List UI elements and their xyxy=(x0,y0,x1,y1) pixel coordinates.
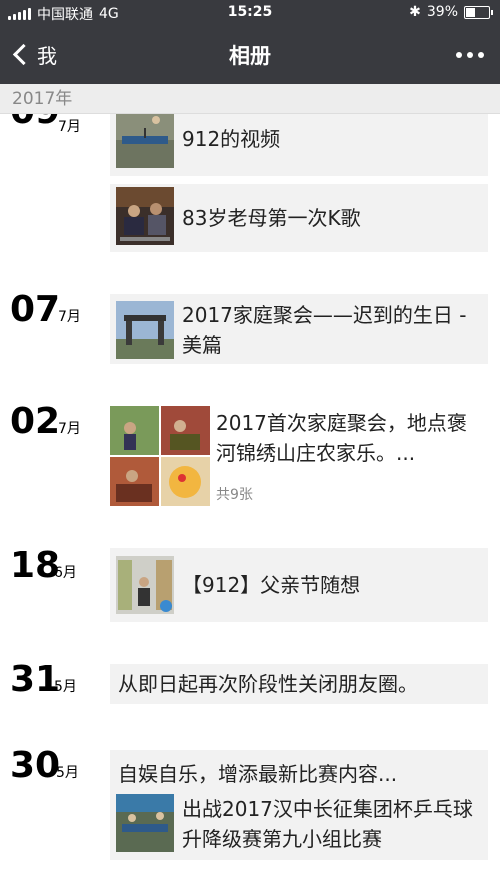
album-item-title: 912的视频 xyxy=(182,127,281,151)
entry-day: 30 xyxy=(10,745,61,786)
album-item[interactable]: 83岁老母第一次K歌 xyxy=(110,184,488,252)
album-item-title: 2017首次家庭聚会，地点褒河锦绣山庄农家乐。... xyxy=(216,411,467,465)
more-icon[interactable] xyxy=(456,52,484,58)
entry-day: 31 xyxy=(10,659,61,700)
album-item[interactable]: 【912】父亲节随想 xyxy=(110,548,488,622)
bluetooth-icon: ✱ xyxy=(409,4,421,20)
entry-day: 07 xyxy=(10,289,61,330)
album-item[interactable]: 2017首次家庭聚会，地点褒河锦绣山庄农家乐。... 共9张 xyxy=(110,404,488,512)
entry-day: 09 xyxy=(10,114,60,132)
battery-icon xyxy=(464,5,493,19)
ping-pong-match-thumbnail xyxy=(116,794,174,852)
entry-month: 6月 xyxy=(54,565,77,581)
entry-day: 18 xyxy=(10,545,61,586)
karaoke-thumbnail xyxy=(116,187,174,245)
album-timeline: 09 7月 912的视频 83岁老母第一次K歌 07 7月 xyxy=(0,114,500,889)
gate-thumbnail xyxy=(116,301,174,359)
battery-percent: 39% xyxy=(426,4,458,20)
album-item[interactable]: 912的视频 xyxy=(110,114,488,176)
album-item-title: 83岁老母第一次K歌 xyxy=(182,206,361,230)
album-item[interactable]: 2017家庭聚会——迟到的生日 - 美篇 xyxy=(110,294,488,364)
entry-month: 7月 xyxy=(58,119,81,135)
status-bar: 中国联通 4G 15:25 ✱ 39% xyxy=(0,0,500,26)
photo-count: 共9张 xyxy=(216,487,253,503)
ping-pong-thumbnail xyxy=(116,114,174,168)
album-item-title: 从即日起再次阶段性关闭朋友圈。 xyxy=(118,672,418,696)
album-item-title: 出战2017汉中长征集团杯乒乓球升降级赛第九小组比赛 xyxy=(182,797,473,851)
entry-month: 5月 xyxy=(56,765,79,781)
album-item[interactable]: 自娱自乐，增添最新比赛内容... 出战2017汉中长征集团杯乒乓球升降级赛第九小… xyxy=(110,750,488,860)
status-right: ✱ 39% xyxy=(409,4,493,20)
album-item-title: 自娱自乐，增添最新比赛内容... xyxy=(118,762,398,786)
entry-day: 02 xyxy=(10,401,61,442)
year-header: 2017年 xyxy=(0,84,500,114)
album-item-title: 【912】父亲节随想 xyxy=(182,573,361,597)
entry-month: 7月 xyxy=(58,421,81,437)
album-item-title: 2017家庭聚会——迟到的生日 - 美篇 xyxy=(182,303,467,357)
nav-bar: 我 相册 xyxy=(0,26,500,84)
entry-month: 5月 xyxy=(54,679,77,695)
photo-grid-thumbnail xyxy=(110,406,210,506)
album-item[interactable]: 从即日起再次阶段性关闭朋友圈。 xyxy=(110,664,488,704)
entry-month: 7月 xyxy=(58,309,81,325)
supermarket-thumbnail xyxy=(116,556,174,614)
page-title: 相册 xyxy=(229,44,271,68)
